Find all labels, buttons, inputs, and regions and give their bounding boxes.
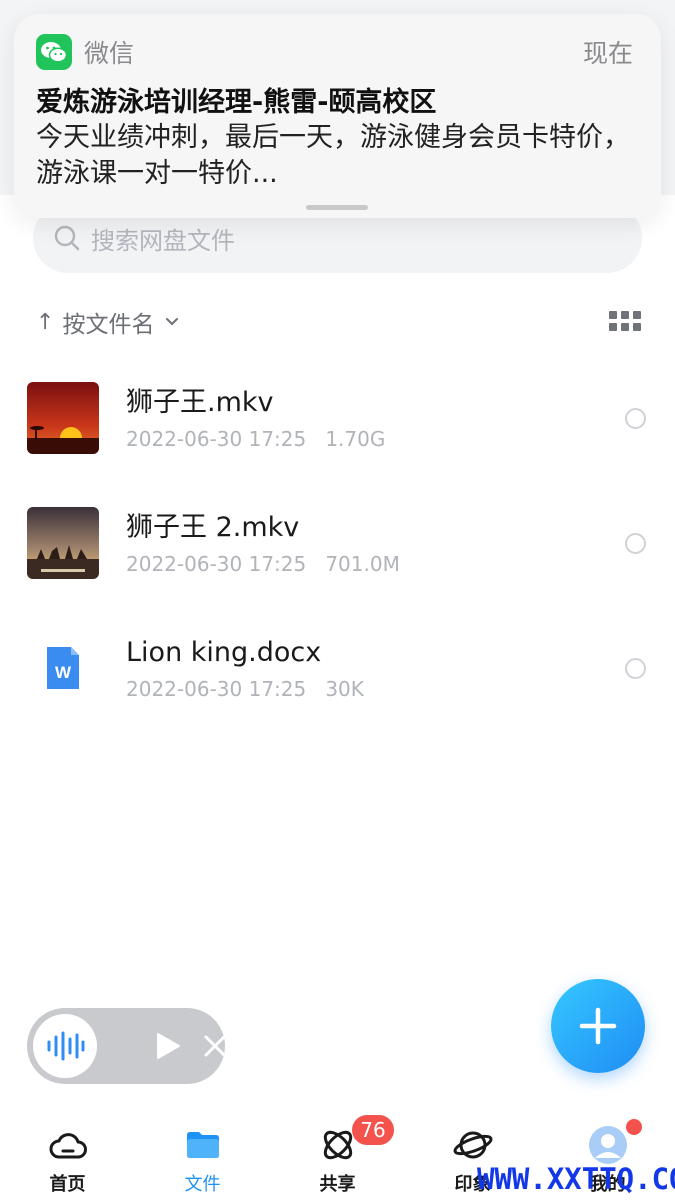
file-size: 701.0M (325, 552, 400, 576)
file-item[interactable]: 狮子王.mkv 2022-06-30 17:25 1.70G (0, 365, 675, 475)
file-date: 2022-06-30 17:25 (126, 427, 307, 451)
search-placeholder: 搜索网盘文件 (91, 226, 235, 255)
file-name: 狮子王 2.mkv (126, 512, 300, 543)
close-icon[interactable] (203, 1034, 227, 1058)
cloud-icon (49, 1133, 87, 1159)
svg-text:W: W (55, 663, 72, 682)
file-date: 2022-06-30 17:25 (126, 552, 307, 576)
file-name: 狮子王.mkv (126, 387, 274, 418)
tab-files[interactable]: 文件 (135, 1110, 270, 1200)
notification-app-name: 微信 (84, 39, 135, 68)
share-count-badge: 76 (352, 1115, 394, 1145)
word-doc-icon: W (27, 632, 99, 704)
search-icon (54, 225, 80, 251)
planet-icon (453, 1131, 493, 1159)
tab-label: 文件 (184, 1174, 221, 1195)
tab-label: 首页 (49, 1174, 86, 1195)
notification-banner[interactable]: 微信 现在 爱炼游泳培训经理-熊雷-颐高校区 今天业绩冲刺，最后一天，游泳健身会… (14, 14, 661, 218)
tab-home[interactable]: 首页 (0, 1110, 135, 1200)
file-item[interactable]: 狮子王 2.mkv 2022-06-30 17:25 701.0M (0, 490, 675, 600)
file-size: 30K (325, 677, 364, 701)
tab-label: 共享 (319, 1174, 356, 1195)
folder-icon (187, 1132, 219, 1158)
wechat-icon (36, 34, 72, 70)
notification-body: 今天业绩冲刺，最后一天，游泳健身会员卡特价，游泳课一对一特价... (36, 122, 630, 189)
add-button[interactable] (551, 979, 645, 1073)
file-item[interactable]: W Lion king.docx 2022-06-30 17:25 30K (0, 615, 675, 725)
floating-player[interactable] (27, 1008, 227, 1084)
arrow-up-icon: ↑ (36, 309, 55, 335)
notification-title: 爱炼游泳培训经理-熊雷-颐高校区 (36, 87, 437, 118)
file-size: 1.70G (325, 427, 386, 451)
notification-dot (626, 1119, 642, 1135)
notification-time: 现在 (582, 39, 633, 68)
avatar-icon (589, 1126, 627, 1164)
grid-view-icon[interactable] (609, 311, 641, 333)
file-date: 2022-06-30 17:25 (126, 677, 307, 701)
file-meta: 2022-06-30 17:25 1.70G (126, 426, 385, 452)
select-checkbox[interactable] (625, 533, 646, 554)
sort-selector[interactable]: ↑ 按文件名 (36, 302, 180, 342)
audio-wave-button[interactable] (33, 1014, 97, 1078)
notification-grabber[interactable] (306, 205, 368, 210)
savanna-thumbnail (27, 507, 99, 579)
file-meta: 2022-06-30 17:25 701.0M (126, 551, 400, 577)
audio-wave-icon (47, 1031, 85, 1061)
sort-label: 按文件名 (62, 312, 155, 338)
sunset-thumbnail (27, 382, 99, 454)
chevron-down-icon (166, 318, 179, 326)
file-meta: 2022-06-30 17:25 30K (126, 676, 364, 702)
select-checkbox[interactable] (625, 408, 646, 429)
plus-icon (579, 1007, 617, 1045)
select-checkbox[interactable] (625, 658, 646, 679)
file-name: Lion king.docx (126, 637, 322, 668)
play-icon[interactable] (155, 1032, 181, 1060)
watermark-text: WWW.XXTTQ.COM (477, 1162, 675, 1196)
